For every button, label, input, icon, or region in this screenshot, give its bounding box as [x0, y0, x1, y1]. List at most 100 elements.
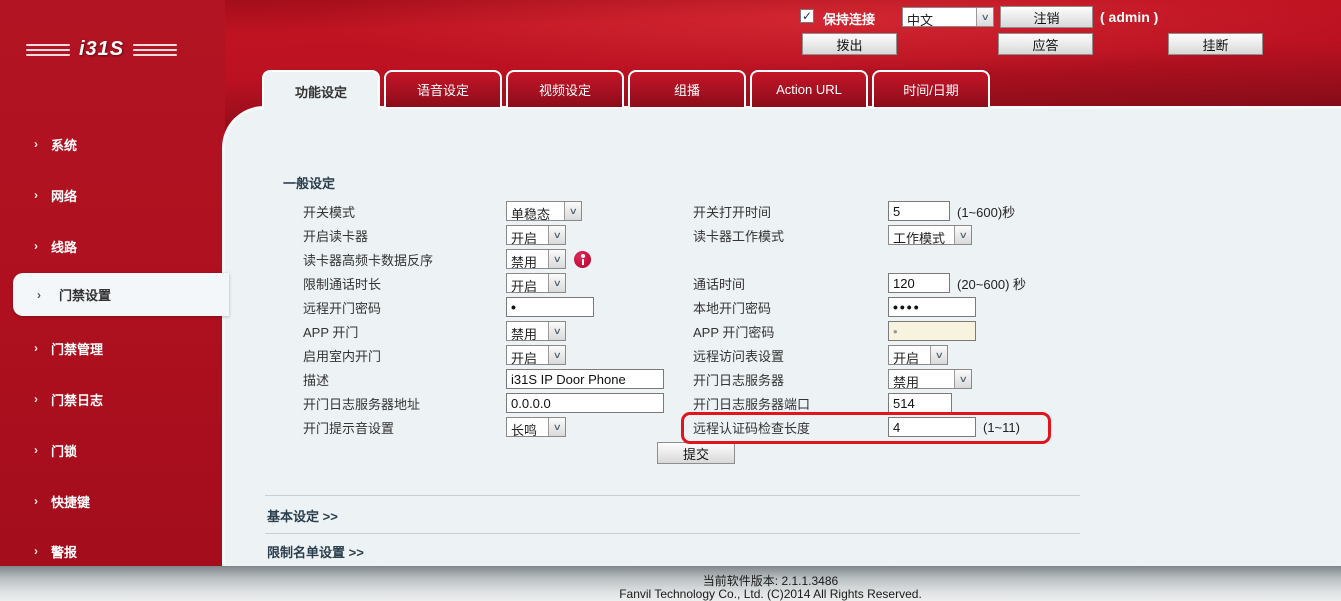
tab-function-settings[interactable]: 功能设定	[262, 70, 380, 110]
field-label: 启用室内开门	[303, 346, 506, 365]
sidebar-item-line[interactable]: › 线路	[0, 235, 225, 257]
description-input[interactable]	[506, 369, 664, 389]
chevron-down-icon	[954, 226, 971, 244]
form-row: 限制通话时长 开启	[303, 271, 566, 295]
remote-access-table-select[interactable]: 开启	[888, 345, 948, 365]
field-label: 通话时间	[693, 274, 888, 293]
tab-voice-settings[interactable]: 语音设定	[384, 70, 502, 107]
admin-user-label: ( admin )	[1100, 9, 1158, 25]
tab-video-settings[interactable]: 视频设定	[506, 70, 624, 107]
chevron-right-icon: ›	[34, 392, 38, 406]
call-limit-select[interactable]: 开启	[506, 273, 566, 293]
keep-connection-label: 保持连接	[823, 9, 875, 28]
alert-key-icon	[574, 251, 591, 268]
talk-time-input[interactable]	[888, 273, 950, 293]
tab-action-url[interactable]: Action URL	[750, 70, 868, 107]
chevron-right-icon: ›	[34, 494, 38, 508]
form-row: 开关模式 单稳态	[303, 199, 582, 223]
chevron-down-icon	[548, 226, 565, 244]
section-title: 一般设定	[283, 173, 335, 192]
tab-multicast[interactable]: 组播	[628, 70, 746, 107]
chevron-down-icon	[564, 202, 581, 220]
sidebar-item-door-management[interactable]: › 门禁管理	[0, 337, 225, 359]
field-label: 读卡器工作模式	[693, 226, 888, 245]
field-label: 开启读卡器	[303, 226, 506, 245]
tab-time-date[interactable]: 时间/日期	[872, 70, 990, 107]
field-label: 限制通话时长	[303, 274, 506, 293]
form-row: 读卡器工作模式 工作模式	[693, 223, 972, 247]
form-row: 远程访问表设置 开启	[693, 343, 948, 367]
field-label: 开关打开时间	[693, 202, 888, 221]
sidebar-item-door-lock[interactable]: › 门锁	[0, 439, 225, 461]
footer: 当前软件版本: 2.1.1.3486 Fanvil Technology Co.…	[0, 566, 1341, 601]
app-open-password-input	[888, 321, 976, 341]
language-select[interactable]: 中文	[902, 7, 994, 27]
range-hint: (20~600) 秒	[957, 274, 1026, 293]
open-tone-select[interactable]: 长鸣	[506, 417, 566, 437]
field-label: APP 开门	[303, 322, 506, 341]
chevron-right-icon: ›	[34, 544, 38, 558]
field-label: 远程访问表设置	[693, 346, 888, 365]
form-row: 开关打开时间 (1~600)秒	[693, 199, 1015, 223]
field-label: 开门提示音设置	[303, 418, 506, 437]
range-hint: (1~11)	[983, 420, 1020, 435]
logout-button[interactable]: 注销	[1000, 6, 1093, 28]
divider	[265, 533, 1080, 534]
switch-mode-select[interactable]: 单稳态	[506, 201, 582, 221]
remote-open-password-input[interactable]	[506, 297, 594, 317]
local-open-password-input[interactable]	[888, 297, 976, 317]
field-label: 描述	[303, 370, 506, 389]
chevron-right-icon: ›	[34, 341, 38, 355]
form-row: APP 开门 禁用	[303, 319, 566, 343]
range-hint: (1~600)秒	[957, 202, 1015, 221]
form-row: APP 开门密码	[693, 319, 976, 343]
form-row: 远程开门密码	[303, 295, 594, 319]
reader-work-mode-select[interactable]: 工作模式	[888, 225, 972, 245]
app-open-select[interactable]: 禁用	[506, 321, 566, 341]
field-label: 开门日志服务器地址	[303, 394, 506, 413]
field-label: 读卡器高频卡数据反序	[303, 250, 506, 269]
log-server-address-input[interactable]	[506, 393, 664, 413]
open-log-port-input[interactable]	[888, 393, 952, 413]
card-reader-enable-select[interactable]: 开启	[506, 225, 566, 245]
dial-out-button[interactable]: 拨出	[802, 33, 897, 55]
form-row: 开启读卡器 开启	[303, 223, 566, 247]
sidebar-item-network[interactable]: › 网络	[0, 184, 225, 206]
divider	[265, 495, 1080, 496]
field-label: 远程开门密码	[303, 298, 506, 317]
chevron-down-icon	[548, 346, 565, 364]
restrict-list-expander[interactable]: 限制名单设置 >>	[267, 542, 364, 561]
keep-connection-checkbox[interactable]: ✓	[800, 9, 814, 23]
answer-button[interactable]: 应答	[998, 33, 1093, 55]
form-row: 启用室内开门 开启	[303, 343, 566, 367]
sidebar-item-door-log[interactable]: › 门禁日志	[0, 388, 225, 410]
form-row: 读卡器高频卡数据反序 禁用	[303, 247, 591, 271]
chevron-right-icon: ›	[34, 188, 38, 202]
chevron-right-icon: ›	[34, 239, 38, 253]
field-label: 本地开门密码	[693, 298, 888, 317]
form-row: 开门日志服务器地址	[303, 391, 664, 415]
chevron-down-icon	[548, 250, 565, 268]
content-panel: 一般设定 开关模式 单稳态 开启读卡器 开启 读卡器高频卡数据反序 禁用 限制通…	[222, 106, 1341, 566]
open-log-server-select[interactable]: 禁用	[888, 369, 972, 389]
form-row: 本地开门密码	[693, 295, 976, 319]
sidebar-item-system[interactable]: › 系统	[0, 133, 225, 155]
remote-authcode-length-input[interactable]	[888, 417, 976, 437]
hangup-button[interactable]: 挂断	[1168, 33, 1263, 55]
hf-card-reverse-select[interactable]: 禁用	[506, 249, 566, 269]
chevron-down-icon	[976, 8, 993, 26]
sidebar-item-shortcut-keys[interactable]: › 快捷键	[0, 490, 225, 512]
form-row: 开门提示音设置 长鸣	[303, 415, 566, 439]
chevron-down-icon	[548, 418, 565, 436]
submit-button[interactable]: 提交	[657, 442, 735, 464]
chevron-right-icon: ›	[34, 137, 38, 151]
basic-settings-expander[interactable]: 基本设定 >>	[267, 506, 338, 525]
copyright-text: Fanvil Technology Co., Ltd. (C)2014 All …	[200, 587, 1341, 601]
open-time-input[interactable]	[888, 201, 950, 221]
indoor-open-select[interactable]: 开启	[506, 345, 566, 365]
chevron-down-icon	[548, 274, 565, 292]
sidebar-item-alarm[interactable]: › 警报	[0, 540, 225, 562]
sidebar-item-door-settings[interactable]: › 门禁设置	[13, 273, 229, 316]
chevron-down-icon	[548, 322, 565, 340]
chevron-down-icon	[954, 370, 971, 388]
